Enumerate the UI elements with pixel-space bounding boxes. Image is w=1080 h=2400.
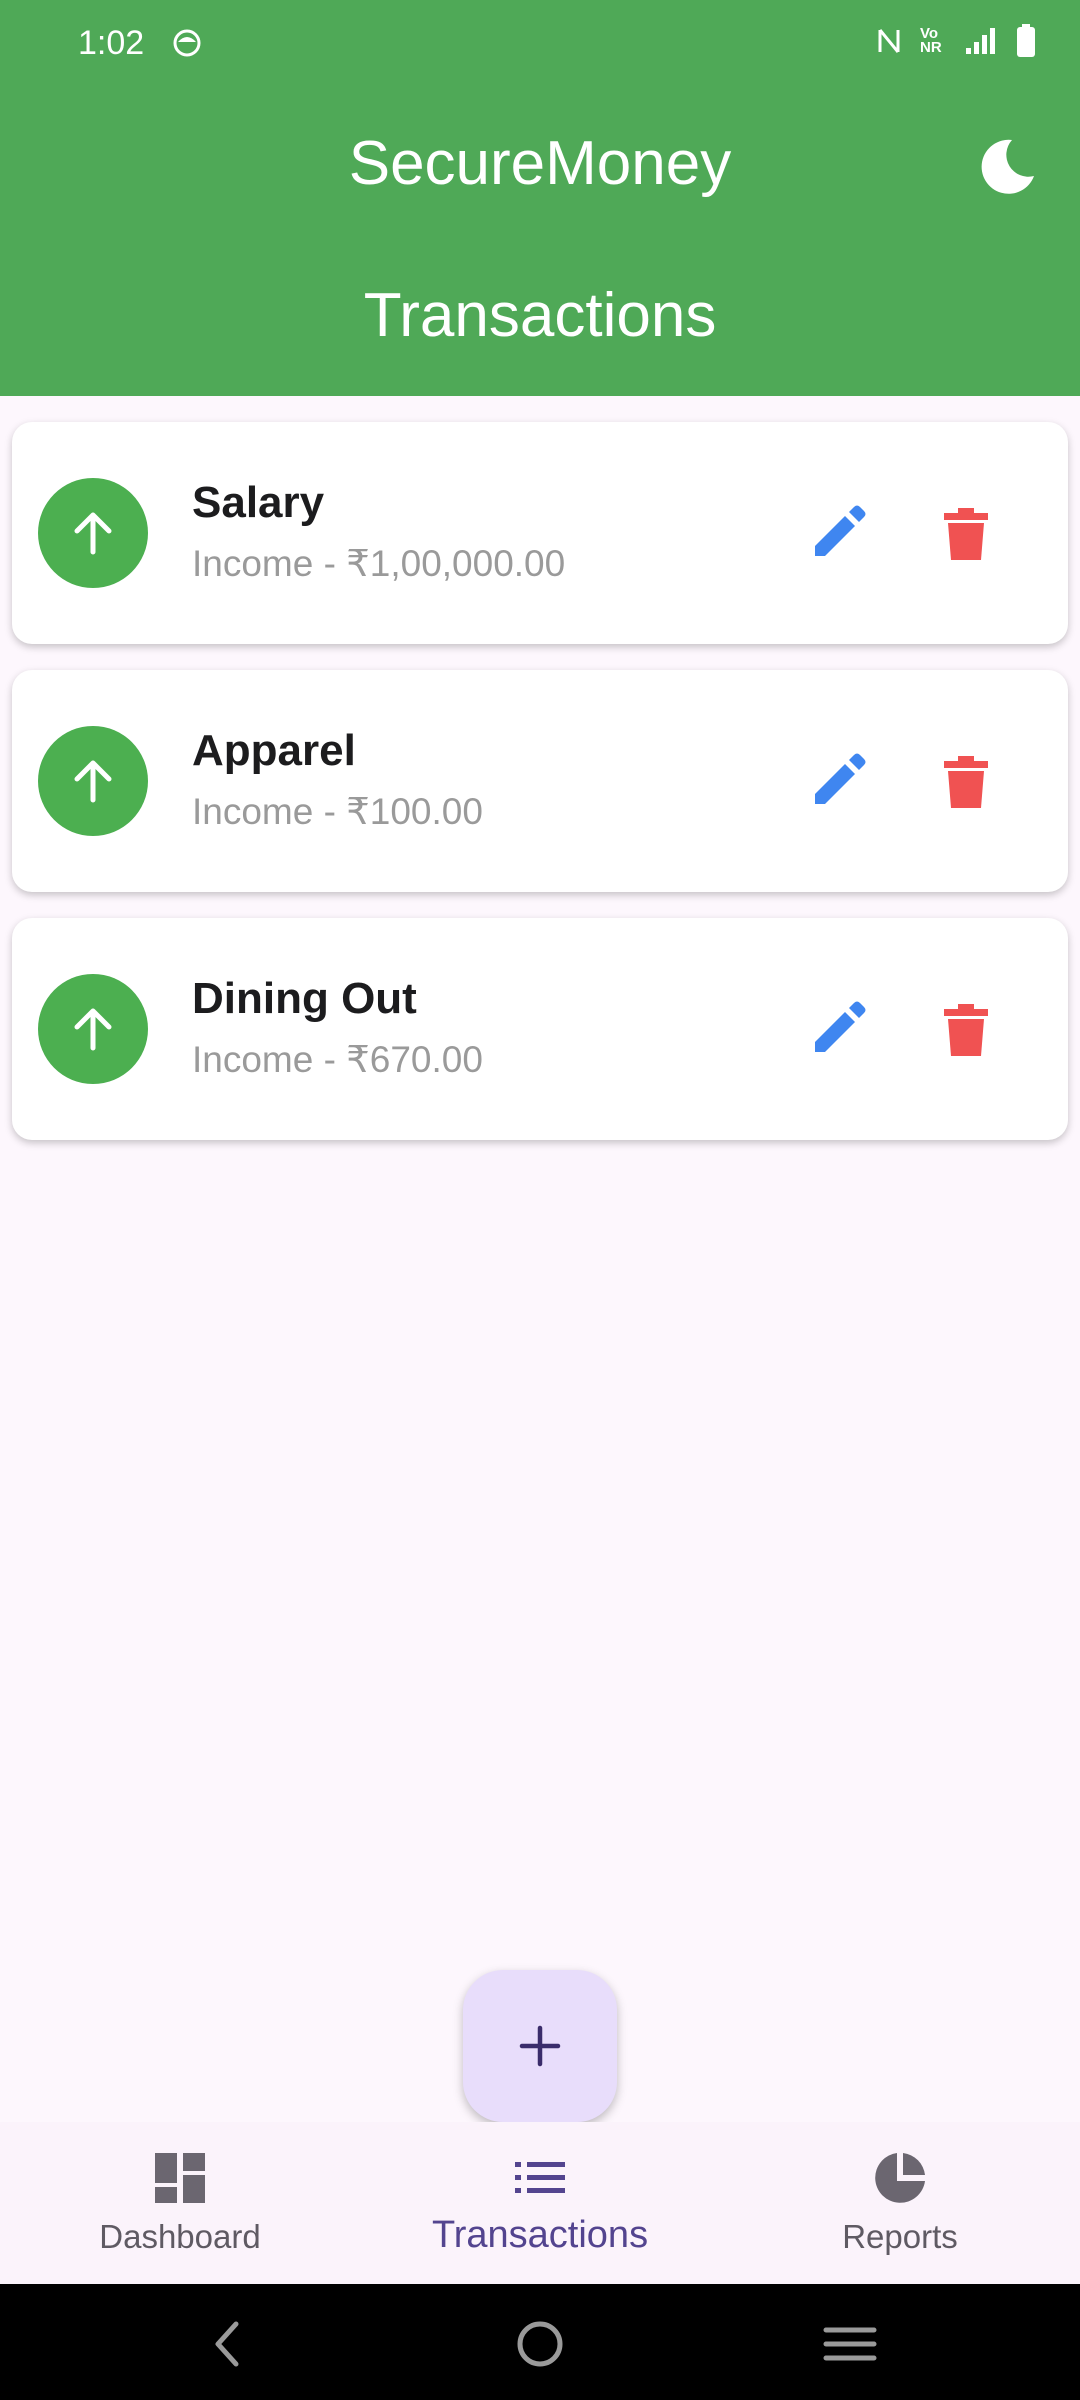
edit-icon[interactable] (807, 1000, 867, 1060)
nav-item-dashboard[interactable]: Dashboard (60, 2122, 300, 2284)
back-icon[interactable] (198, 2314, 258, 2374)
bottom-navigation: Dashboard Transactions Reports (0, 2122, 1080, 2284)
transaction-name: Salary (192, 478, 325, 527)
transaction-name: Apparel (192, 726, 356, 775)
plus-icon (519, 2025, 561, 2067)
nfc-icon (878, 29, 900, 53)
nav-label-dashboard: Dashboard (99, 2218, 261, 2255)
transaction-name: Dining Out (192, 974, 417, 1023)
status-time: 1:02 (78, 24, 145, 62)
face-notification-icon (173, 29, 201, 57)
page-title: Transactions (363, 281, 717, 350)
income-badge (38, 974, 148, 1084)
system-navigation-bar (0, 2284, 1080, 2400)
nav-item-reports[interactable]: Reports (780, 2122, 1020, 2284)
vonr-icon: Vo NR (920, 25, 942, 56)
trash-icon[interactable] (936, 752, 996, 812)
system-icons: Vo NR (876, 24, 1036, 58)
arrow-up-icon (74, 1008, 112, 1051)
trash-icon[interactable] (936, 504, 996, 564)
income-badge (38, 478, 148, 588)
edit-icon[interactable] (807, 752, 867, 812)
transaction-detail: Income - ₹670.00 (192, 1039, 483, 1080)
trash-icon[interactable] (936, 1000, 996, 1060)
list-icon (515, 2162, 565, 2193)
status-bar: 1:02 Vo NR (0, 0, 1080, 90)
pie-chart-icon (875, 2153, 925, 2203)
edit-icon[interactable] (807, 504, 867, 564)
transaction-list: Salary Income - ₹1,00,000.00 Apparel Inc… (12, 422, 1068, 1166)
transaction-card[interactable]: Dining Out Income - ₹670.00 (12, 918, 1068, 1140)
dashboard-icon (155, 2153, 205, 2203)
arrow-up-icon (74, 760, 112, 803)
app-bar: SecureMoney Transactions (0, 90, 1080, 396)
signal-icon (966, 28, 995, 54)
transaction-card[interactable]: Apparel Income - ₹100.00 (12, 670, 1068, 892)
transaction-card[interactable]: Salary Income - ₹1,00,000.00 (12, 422, 1068, 644)
add-transaction-button[interactable] (463, 1970, 617, 2122)
transaction-detail: Income - ₹100.00 (192, 791, 483, 832)
moon-icon[interactable] (972, 132, 1042, 202)
home-icon[interactable] (510, 2314, 570, 2374)
nav-label-reports: Reports (842, 2218, 958, 2255)
arrow-up-icon (74, 512, 112, 555)
battery-icon (1017, 24, 1035, 57)
transaction-detail: Income - ₹1,00,000.00 (192, 543, 566, 584)
app-title: SecureMoney (348, 129, 732, 198)
nav-label-transactions: Transactions (431, 2214, 649, 2256)
nav-item-transactions[interactable]: Transactions (400, 2122, 680, 2284)
income-badge (38, 726, 148, 836)
recents-menu-icon[interactable] (820, 2314, 880, 2374)
